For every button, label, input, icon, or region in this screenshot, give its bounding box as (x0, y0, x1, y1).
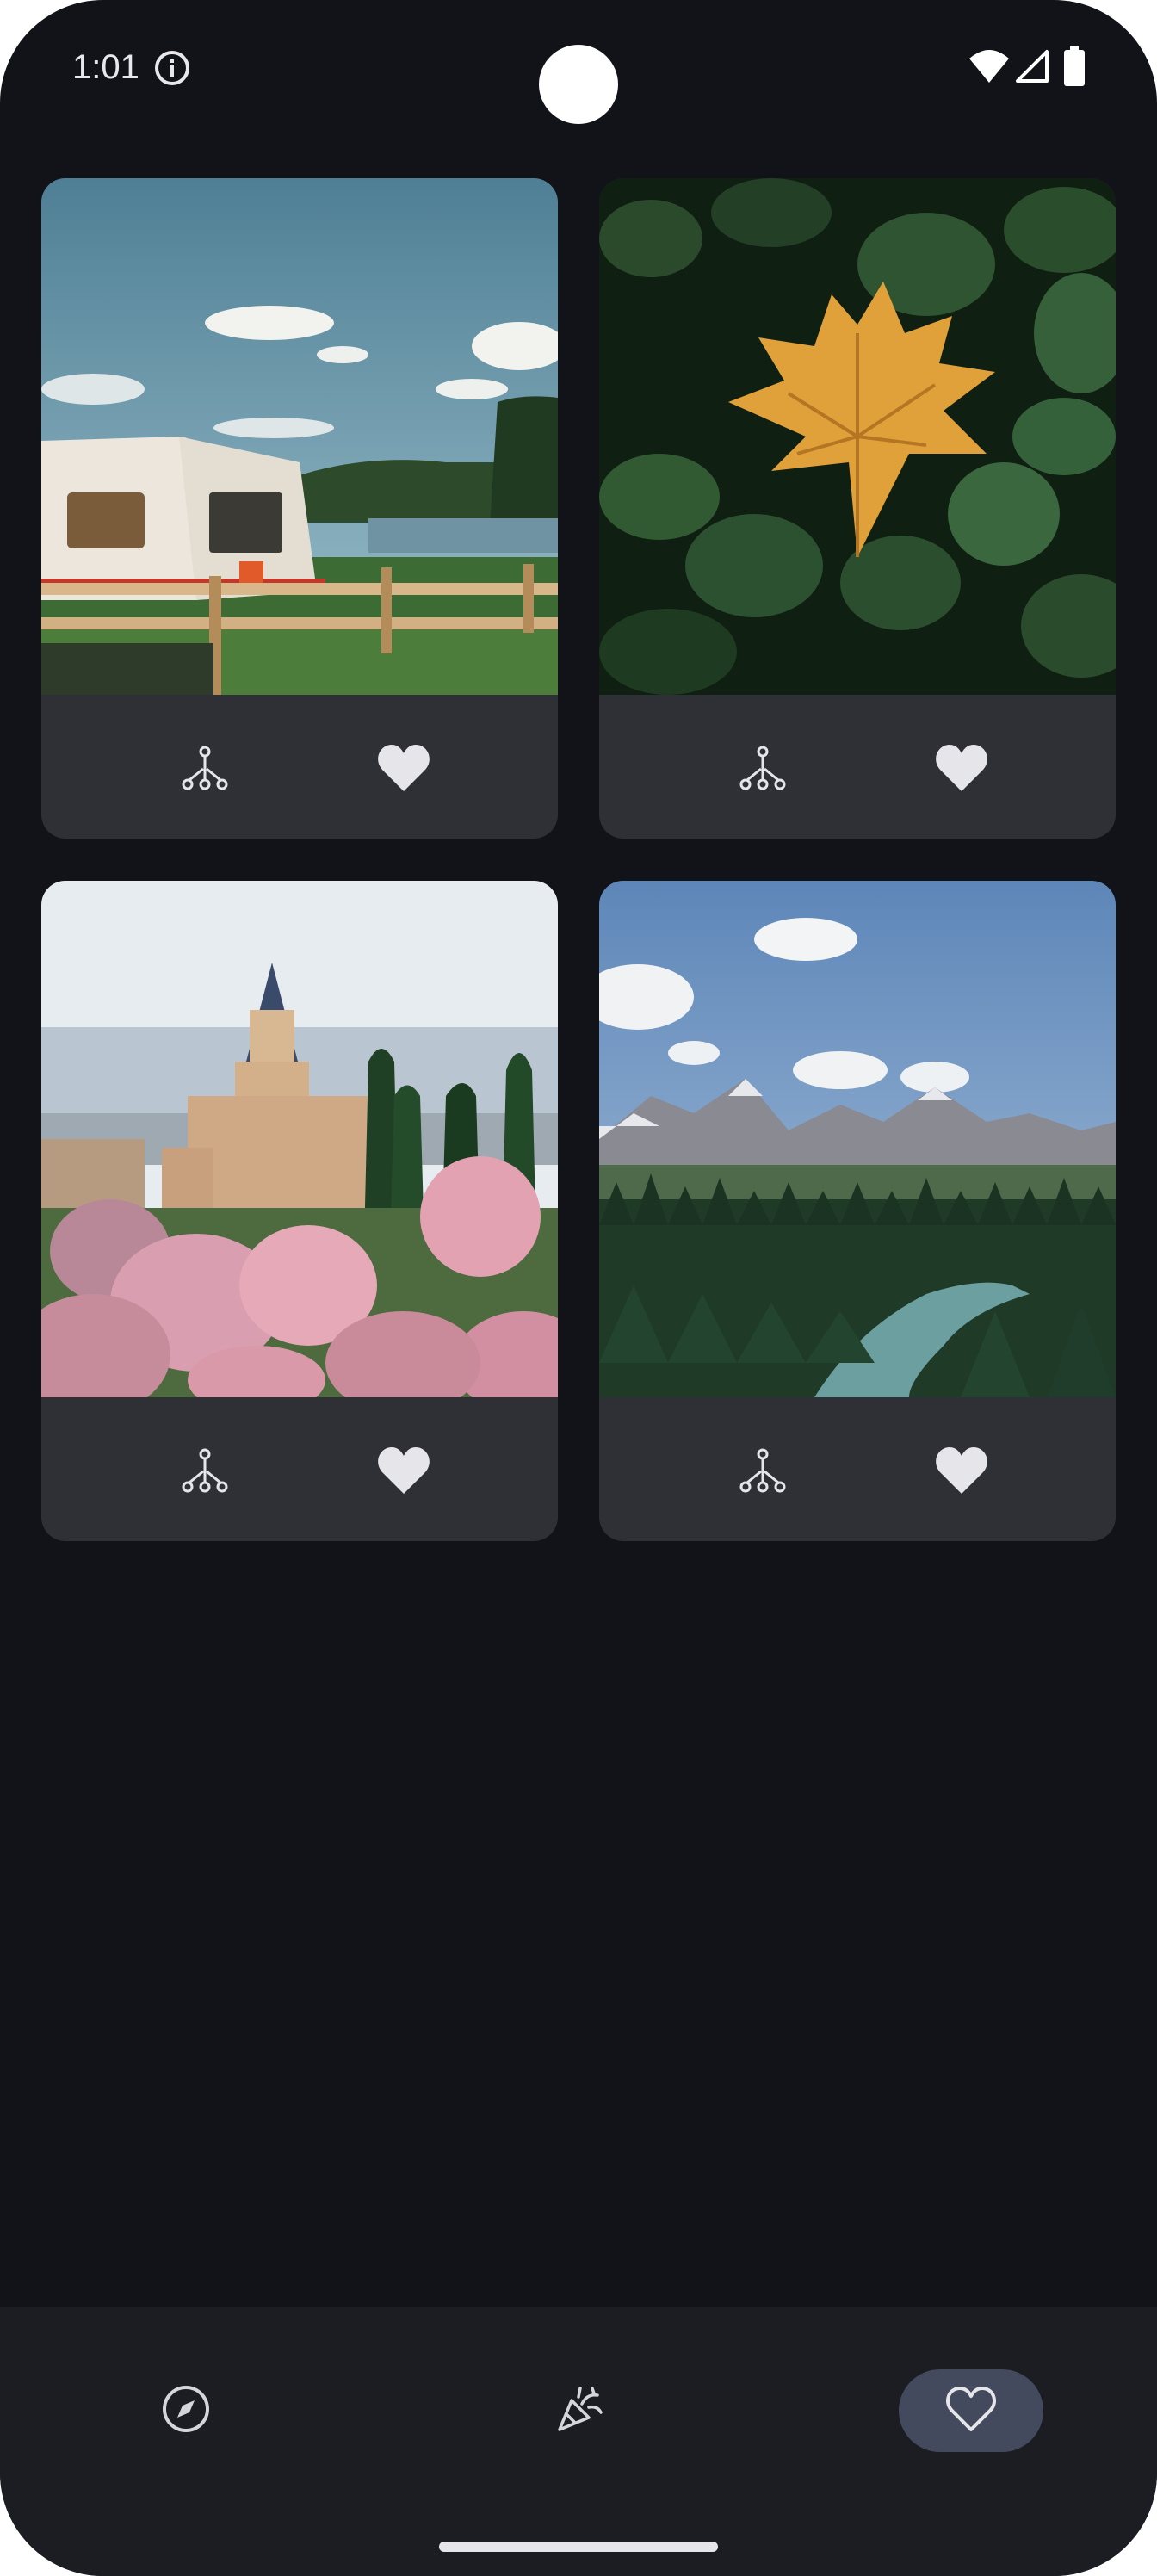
home-indicator[interactable] (439, 2542, 718, 2552)
photo-card[interactable] (41, 881, 558, 1541)
share-icon[interactable] (177, 1444, 232, 1499)
share-icon[interactable] (735, 741, 790, 796)
info-icon (153, 49, 191, 87)
compass-icon (160, 2383, 212, 2439)
share-icon[interactable] (735, 1444, 790, 1499)
camera-cutout (539, 45, 618, 124)
heart-outline-icon (945, 2385, 997, 2437)
photo-card[interactable] (599, 178, 1116, 839)
heart-icon[interactable] (931, 1440, 992, 1501)
status-bar: 1:01 (0, 0, 1157, 138)
app-screen: 1:01 (0, 0, 1157, 2576)
bottom-navigation (0, 2307, 1157, 2576)
nav-celebrate[interactable] (508, 2369, 653, 2452)
nav-explore[interactable] (114, 2369, 258, 2452)
photo-card[interactable] (599, 881, 1116, 1541)
card-actions (599, 1397, 1116, 1541)
nav-favorites[interactable] (899, 2369, 1043, 2452)
card-actions (599, 695, 1116, 839)
share-icon[interactable] (177, 741, 232, 796)
photo-camper-trailer[interactable] (41, 178, 558, 695)
photo-mountain-valley[interactable] (599, 881, 1116, 1397)
heart-icon[interactable] (931, 738, 992, 798)
photo-maple-leaf[interactable] (599, 178, 1116, 695)
battery-icon (1064, 46, 1085, 86)
photo-card[interactable] (41, 178, 558, 839)
party-popper-icon (553, 2381, 608, 2441)
card-actions (41, 695, 558, 839)
card-actions (41, 1397, 558, 1541)
status-time: 1:01 (72, 48, 139, 86)
heart-icon[interactable] (374, 1440, 434, 1501)
photo-church-flowers[interactable] (41, 881, 558, 1397)
wifi-icon (968, 48, 1011, 84)
signal-icon (1014, 48, 1050, 84)
heart-icon[interactable] (374, 738, 434, 798)
